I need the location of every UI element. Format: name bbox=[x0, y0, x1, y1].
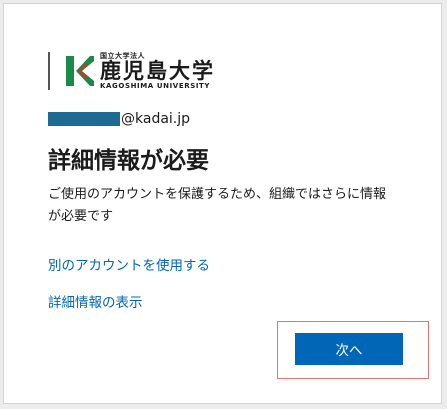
logo-divider bbox=[48, 52, 50, 90]
university-logo: 国立大学法人 鹿児島大学 KAGOSHIMA UNIVERSITY bbox=[48, 50, 215, 92]
account-identity: @kadai.jp bbox=[48, 111, 190, 127]
kagoshima-logo-mark-icon bbox=[66, 56, 94, 86]
logo-sub-text: KAGOSHIMA UNIVERSITY bbox=[100, 81, 211, 90]
sign-in-card: 国立大学法人 鹿児島大学 KAGOSHIMA UNIVERSITY @kadai… bbox=[3, 3, 442, 404]
logo-text: 国立大学法人 鹿児島大学 KAGOSHIMA UNIVERSITY bbox=[100, 52, 215, 90]
description-text: ご使用のアカウントを保護するため、組織ではさらに情報が必要です bbox=[48, 187, 387, 224]
redacted-username bbox=[48, 112, 120, 126]
logo-main-text: 鹿児島大学 bbox=[100, 58, 215, 83]
use-another-account-link[interactable]: 別のアカウントを使用する bbox=[48, 254, 210, 274]
next-button[interactable]: 次へ bbox=[295, 333, 403, 365]
more-information-link[interactable]: 詳細情報の表示 bbox=[48, 291, 143, 311]
page-title: 詳細情報が必要 bbox=[48, 148, 209, 174]
email-domain: @kadai.jp bbox=[121, 111, 191, 127]
